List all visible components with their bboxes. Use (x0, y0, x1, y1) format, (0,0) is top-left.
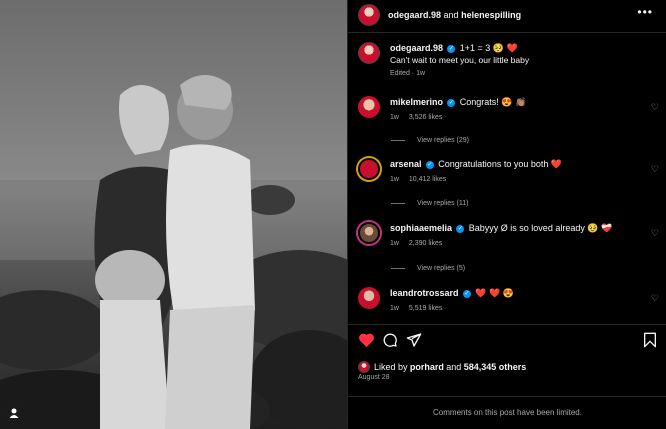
comment-item: mikelmerino ✓ Congrats! 😍 👏🏽 1w 3,526 li… (358, 96, 663, 121)
post-photo[interactable] (0, 0, 347, 429)
comment-icon[interactable] (382, 332, 398, 348)
post-date[interactable]: August 28 (358, 374, 390, 381)
comment-likes[interactable]: 3,526 likes (409, 114, 442, 121)
commenter-avatar[interactable] (358, 287, 380, 309)
commenter-username[interactable]: leandrotrossard (390, 288, 459, 298)
collaborator-username[interactable]: helenespilling (461, 10, 521, 20)
verified-badge-icon: ✓ (447, 98, 456, 107)
post-header: odegaard.98 and helenespilling ••• (358, 2, 657, 28)
footer-divider (348, 396, 666, 397)
comment-item: arsenal ✓ Congratulations to you both ❤️… (358, 158, 663, 183)
edited-label: Edited (390, 70, 410, 77)
like-comment-heart-icon[interactable]: ♡ (651, 228, 659, 239)
caption-time: 1w (416, 70, 426, 77)
comment-item: sophiaaemelia ✓ Babyyy Ø is so loved alr… (358, 222, 663, 247)
view-replies-link[interactable]: View replies (11) (391, 200, 469, 207)
comment-time: 1w (390, 114, 399, 121)
like-comment-heart-icon[interactable]: ♡ (651, 293, 659, 304)
liked-by-user[interactable]: porhard (410, 362, 444, 372)
like-comment-heart-icon[interactable]: ♡ (651, 102, 659, 113)
commenter-username[interactable]: arsenal (390, 159, 422, 169)
commenter-username[interactable]: sophiaaemelia (390, 223, 452, 233)
instagram-post: odegaard.98 and helenespilling ••• odega… (0, 0, 666, 429)
view-replies-label: View replies (29) (417, 137, 470, 144)
comment-time: 1w (390, 240, 399, 247)
comment-likes[interactable]: 5,519 likes (409, 305, 442, 312)
tagged-user-icon[interactable] (6, 405, 22, 421)
verified-badge-icon: ✓ (462, 289, 471, 298)
commenter-avatar[interactable] (358, 222, 380, 244)
caption-username[interactable]: odegaard.98 (390, 43, 443, 53)
comment-text: Congratulations to you both ❤️ (438, 159, 563, 169)
replies-line (391, 140, 405, 141)
actions-divider (348, 324, 666, 325)
comment-time: 1w (390, 176, 399, 183)
collab-connector: and (443, 10, 459, 20)
comment-text: Congrats! 😍 👏🏽 (459, 97, 527, 107)
commenter-avatar[interactable] (358, 96, 380, 118)
photo-image (0, 0, 347, 429)
commenter-username[interactable]: mikelmerino (390, 97, 443, 107)
verified-badge-icon: ✓ (456, 224, 465, 233)
share-icon[interactable] (406, 332, 422, 348)
caption-text-line1: 1+1 = 3 🥺 ❤️ (459, 43, 518, 53)
header-divider (348, 32, 666, 33)
comment-likes[interactable]: 10,412 likes (409, 176, 446, 183)
view-replies-link[interactable]: View replies (29) (391, 137, 469, 144)
post-caption: odegaard.98 ✓ 1+1 = 3 🥺 ❤️ Can't wait to… (358, 42, 657, 77)
caption-avatar[interactable] (358, 42, 380, 64)
more-options-icon[interactable]: ••• (637, 5, 653, 19)
view-replies-label: View replies (5) (417, 265, 466, 272)
liked-by-prefix: Liked by (374, 362, 408, 372)
post-side-panel: odegaard.98 and helenespilling ••• odega… (347, 0, 666, 429)
like-heart-icon[interactable] (358, 332, 375, 348)
caption-text-line2: Can't wait to meet you, our little baby (390, 55, 530, 65)
comments-limited-notice: Comments on this post have been limited. (433, 408, 582, 417)
comment-item: leandrotrossard ✓ ❤️ ❤️ 😍 1w 5,519 likes… (358, 287, 663, 312)
view-replies-label: View replies (11) (417, 200, 469, 207)
verified-badge-icon: ✓ (425, 160, 434, 169)
liked-by-count[interactable]: 584,345 others (464, 362, 527, 372)
replies-line (391, 203, 405, 204)
view-replies-link[interactable]: View replies (5) (391, 265, 465, 272)
comment-likes[interactable]: 2,390 likes (409, 240, 442, 247)
liker-avatar[interactable] (358, 361, 370, 373)
save-bookmark-icon[interactable] (643, 332, 657, 348)
liked-by-summary: Liked by porhard and 584,345 others (358, 361, 526, 373)
like-comment-heart-icon[interactable]: ♡ (651, 164, 659, 175)
action-bar (358, 332, 657, 350)
author-avatar[interactable] (358, 4, 380, 26)
commenter-avatar[interactable] (358, 158, 380, 180)
liked-by-joiner: and (446, 362, 462, 372)
comment-time: 1w (390, 305, 399, 312)
verified-badge-icon: ✓ (447, 44, 456, 53)
comment-text: Babyyy Ø is so loved already 🥹 ❤️‍🩹 (468, 223, 613, 233)
replies-line (391, 268, 405, 269)
comment-text: ❤️ ❤️ 😍 (475, 288, 514, 298)
author-username[interactable]: odegaard.98 (388, 10, 441, 20)
